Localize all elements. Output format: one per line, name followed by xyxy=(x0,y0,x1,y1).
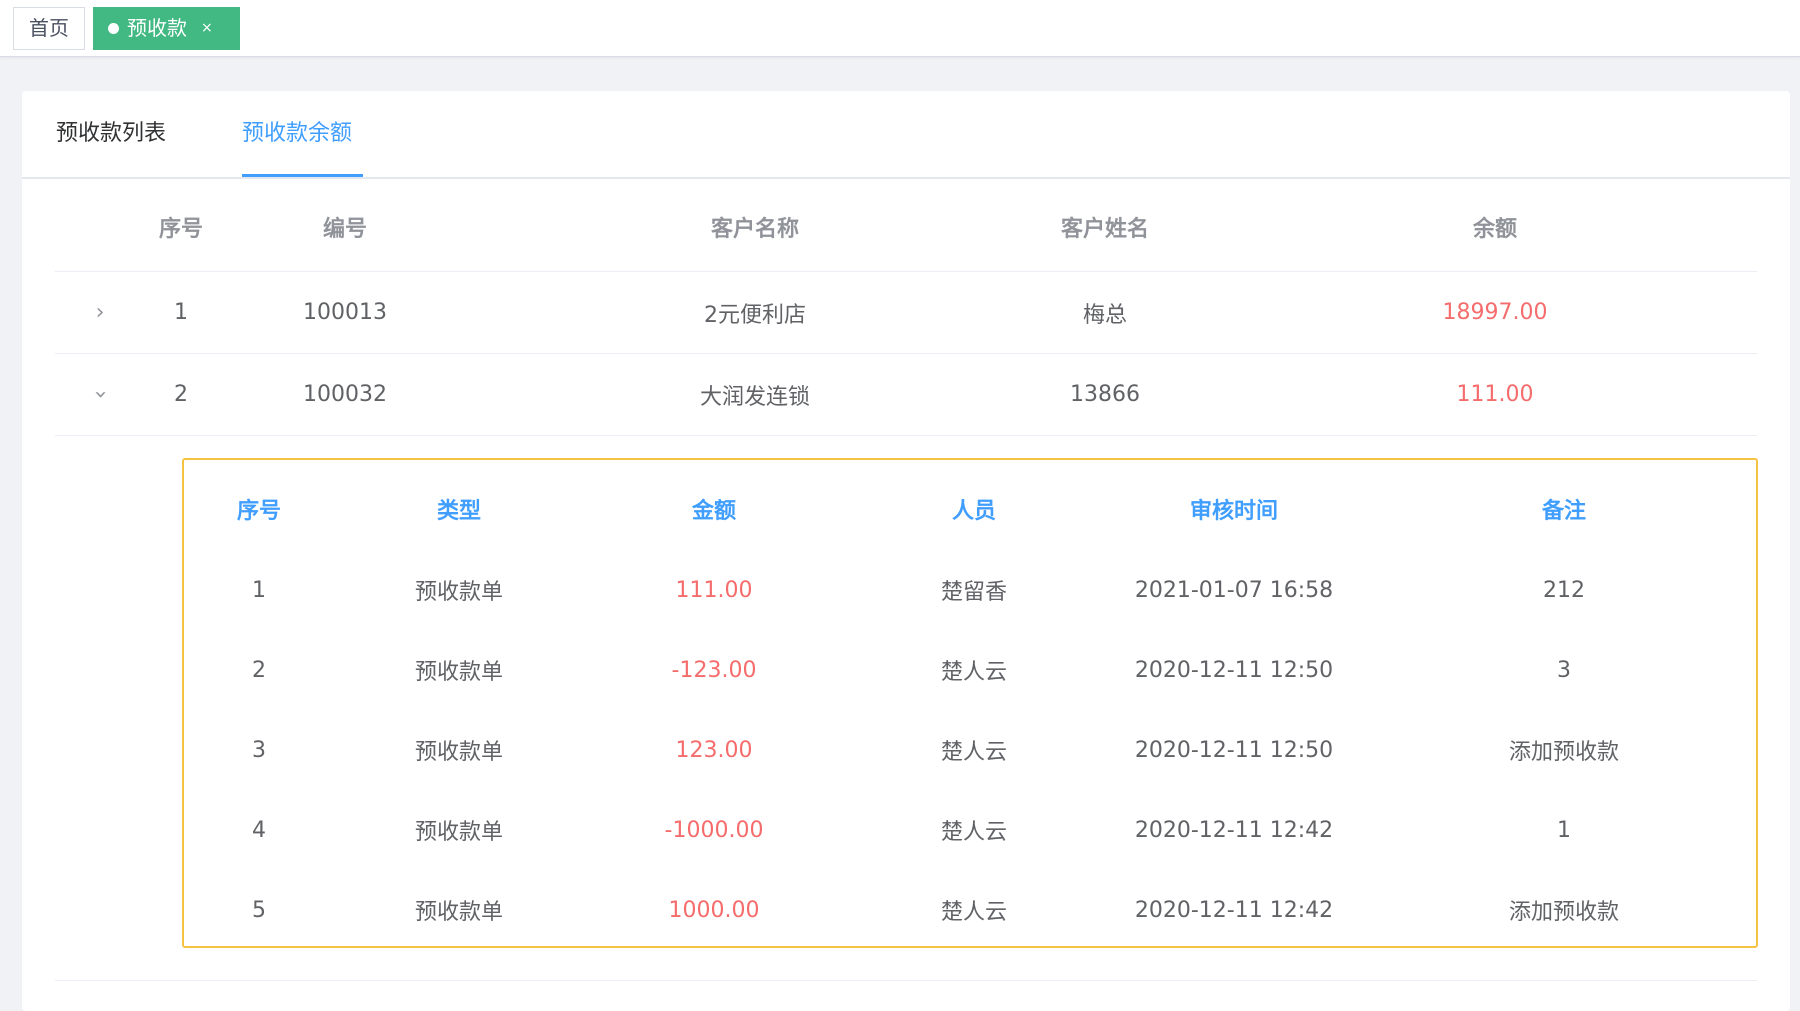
detail-cell-amount: 123.00 xyxy=(675,737,753,763)
detail-cell-audit-time: 2020-12-11 12:50 xyxy=(1134,657,1334,683)
tag-advance-receipt-label: 预收款 xyxy=(127,16,187,40)
cell-customer-person: 梅总 xyxy=(1082,302,1127,328)
detail-cell-audit-time: 2021-01-07 16:58 xyxy=(1134,577,1334,603)
detail-row[interactable]: 4 预收款单 -1000.00 楚人云 2020-12-11 12:42 1 xyxy=(184,790,1756,870)
detail-cell-audit-time: 2020-12-11 12:42 xyxy=(1134,817,1334,843)
detail-header-note: 备注 xyxy=(1541,499,1586,524)
detail-header-index: 序号 xyxy=(236,499,281,524)
cell-code: 100032 xyxy=(303,382,387,407)
tab-advance-receipt-list[interactable]: 预收款列表 xyxy=(56,91,166,177)
cell-customer-person: 13866 xyxy=(1070,382,1140,407)
detail-row[interactable]: 5 预收款单 1000.00 楚人云 2020-12-11 12:42 添加预收款 xyxy=(184,870,1756,950)
table-row[interactable]: › 2 100032 大润发连锁 13866 111.00 xyxy=(55,354,1757,436)
detail-cell-note: 添加预收款 xyxy=(1508,900,1619,925)
detail-cell-audit-time: 2020-12-11 12:42 xyxy=(1134,897,1334,923)
detail-cell-user: 楚人云 xyxy=(940,900,1007,925)
chevron-right-icon[interactable]: › xyxy=(96,300,105,325)
table-row[interactable]: › 1 100013 2元便利店 梅总 18997.00 xyxy=(55,272,1757,354)
detail-cell-type: 预收款单 xyxy=(414,580,503,605)
detail-header-amount: 金额 xyxy=(691,499,736,524)
detail-cell-note: 212 xyxy=(1543,577,1585,603)
detail-cell-note: 3 xyxy=(1557,657,1571,683)
cell-index: 2 xyxy=(174,382,188,407)
detail-cell-amount: -1000.00 xyxy=(664,817,764,843)
cell-code: 100013 xyxy=(303,300,387,325)
detail-cell-user: 楚人云 xyxy=(940,820,1007,845)
table-header: 序号 编号 客户名称 客户姓名 余额 xyxy=(55,177,1757,272)
detail-cell-user: 楚人云 xyxy=(940,660,1007,685)
detail-cell-type: 预收款单 xyxy=(414,660,503,685)
detail-row[interactable]: 1 预收款单 111.00 楚留香 2021-01-07 16:58 212 xyxy=(184,550,1756,630)
detail-cell-index: 2 xyxy=(252,657,266,683)
detail-cell-note: 添加预收款 xyxy=(1508,740,1619,765)
detail-row[interactable]: 2 预收款单 -123.00 楚人云 2020-12-11 12:50 3 xyxy=(184,630,1756,710)
cell-balance: 111.00 xyxy=(1456,382,1534,407)
detail-table: 序号 类型 金额 人员 审核时间 备注 1 预收款单 111.00 楚留香 2021-0… xyxy=(182,458,1758,948)
detail-row[interactable]: 3 预收款单 123.00 楚人云 2020-12-11 12:50 添加预收款 xyxy=(184,710,1756,790)
detail-cell-type: 预收款单 xyxy=(414,740,503,765)
detail-cell-index: 1 xyxy=(252,577,266,603)
header-balance: 余额 xyxy=(1472,217,1517,242)
header-code: 编号 xyxy=(322,217,367,242)
expand-toggle[interactable]: › xyxy=(55,272,145,353)
detail-header-audit-time: 审核时间 xyxy=(1189,499,1278,524)
tag-advance-receipt[interactable]: 预收款 × xyxy=(93,7,240,50)
cell-balance: 18997.00 xyxy=(1442,300,1548,325)
detail-cell-user: 楚人云 xyxy=(940,740,1007,765)
expand-toggle[interactable]: › xyxy=(55,354,145,435)
header-customer-person: 客户姓名 xyxy=(1060,217,1149,242)
tag-home-label: 首页 xyxy=(29,16,69,40)
tag-close-icon[interactable]: × xyxy=(201,8,213,49)
detail-cell-type: 预收款单 xyxy=(414,900,503,925)
header-customer-name: 客户名称 xyxy=(710,217,799,242)
detail-cell-index: 4 xyxy=(252,817,266,843)
chevron-down-icon[interactable]: › xyxy=(88,390,113,399)
tag-home[interactable]: 首页 xyxy=(13,7,85,50)
detail-cell-amount: 111.00 xyxy=(675,577,753,603)
detail-cell-index: 3 xyxy=(252,737,266,763)
balance-table: 序号 编号 客户名称 客户姓名 余额 › 1 100013 2元便利店 梅总 1… xyxy=(55,177,1758,981)
detail-cell-amount: -123.00 xyxy=(671,657,757,683)
cell-customer-name: 2元便利店 xyxy=(704,302,806,328)
detail-cell-note: 1 xyxy=(1557,817,1571,843)
main-card: 预收款列表 预收款余额 序号 编号 客户名称 客户姓名 余额 › 1 10001… xyxy=(22,91,1790,1011)
detail-cell-index: 5 xyxy=(252,897,266,923)
detail-header-user: 人员 xyxy=(951,499,996,524)
tags-view-bar: 首页 预收款 × xyxy=(0,0,1800,57)
detail-cell-audit-time: 2020-12-11 12:50 xyxy=(1134,737,1334,763)
tab-advance-receipt-balance[interactable]: 预收款余额 xyxy=(242,91,352,177)
cell-customer-name: 大润发连锁 xyxy=(699,384,810,410)
active-dot-icon xyxy=(108,23,119,34)
detail-cell-type: 预收款单 xyxy=(414,820,503,845)
expanded-row: 序号 类型 金额 人员 审核时间 备注 1 预收款单 111.00 楚留香 2021-0… xyxy=(55,436,1758,981)
detail-cell-amount: 1000.00 xyxy=(668,897,760,923)
detail-header: 序号 类型 金额 人员 审核时间 备注 xyxy=(184,460,1756,550)
detail-header-type: 类型 xyxy=(436,499,481,524)
detail-cell-user: 楚留香 xyxy=(940,580,1007,605)
header-index: 序号 xyxy=(158,217,203,242)
cell-index: 1 xyxy=(174,300,188,325)
tabs: 预收款列表 预收款余额 xyxy=(22,91,1790,179)
